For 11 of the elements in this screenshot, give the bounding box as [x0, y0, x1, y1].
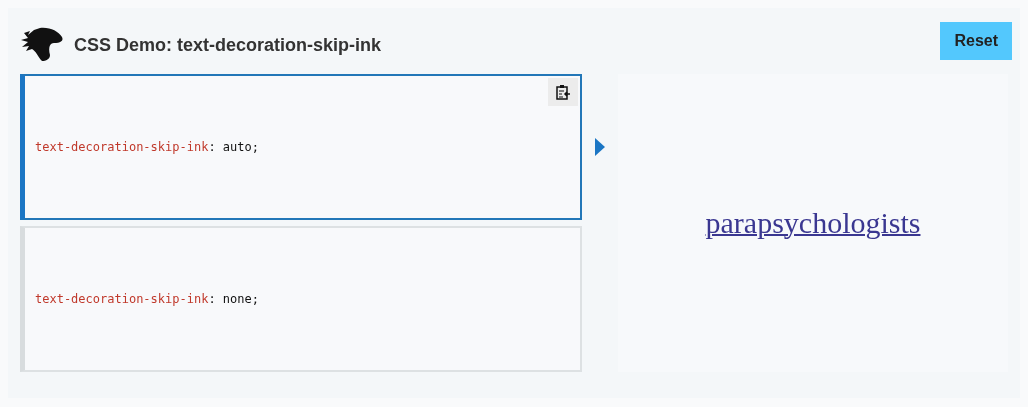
- preview-text: parapsychologists: [705, 206, 921, 240]
- copy-button[interactable]: [548, 78, 578, 106]
- pointer-arrow-icon: [595, 138, 605, 156]
- code-example[interactable]: text-decoration-skip-ink: none;: [20, 226, 582, 372]
- dinosaur-head-icon: [20, 27, 64, 63]
- code-example[interactable]: text-decoration-skip-ink: auto;: [20, 74, 582, 220]
- code-line: text-decoration-skip-ink: auto;: [35, 140, 259, 154]
- reset-button[interactable]: Reset: [940, 22, 1012, 60]
- demo-title: CSS Demo: text-decoration-skip-ink: [74, 34, 382, 56]
- clipboard-icon: [555, 84, 571, 100]
- code-line: text-decoration-skip-ink: none;: [35, 292, 259, 306]
